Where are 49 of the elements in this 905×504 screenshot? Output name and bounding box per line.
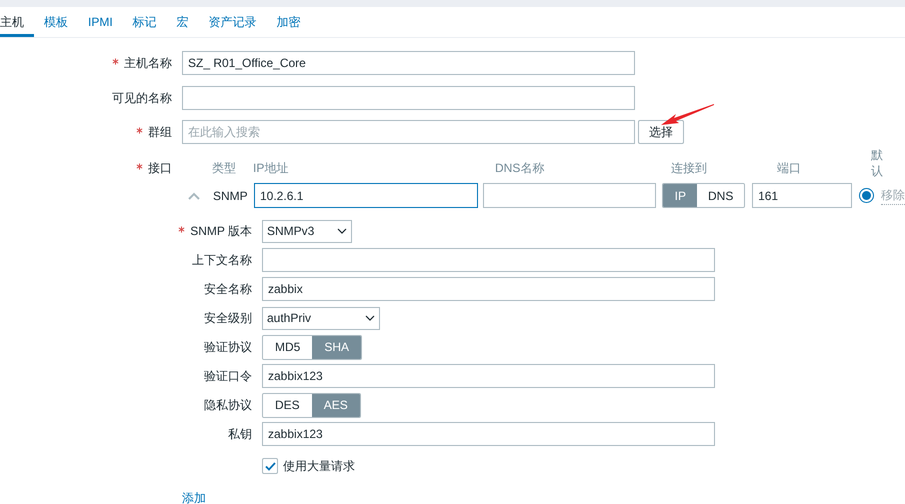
checkbox[interactable] [262,458,278,474]
column-header: 类型 [212,160,236,177]
input-field[interactable]: zabbix123 [262,364,715,388]
column-header: IP地址 [253,160,290,177]
input-field[interactable]: zabbix123 [262,422,715,446]
input-field[interactable] [483,183,656,208]
field-label: 上下文名称 [192,252,252,269]
tab[interactable]: 主机 [0,7,34,37]
column-header: DNS名称 [495,160,546,177]
tab[interactable]: IPMI [78,7,123,37]
field-label: 安全名称 [204,281,252,298]
field-label: 私钥 [228,426,252,443]
dropdown-value: authPriv [267,310,312,327]
dropdown[interactable]: SNMPv3 [262,220,352,242]
add-link[interactable]: 添加 [182,489,206,504]
chevron-down-icon [365,315,375,321]
select-button[interactable]: 选择 [638,120,684,144]
tab[interactable]: 加密 [266,7,311,37]
chevron-up-icon[interactable] [188,192,200,200]
field-label: 验证口令 [204,368,252,385]
field-label: 隐私协议 [204,397,252,414]
column-header: 端口 [777,160,801,177]
field-label: 验证协议 [204,339,252,356]
tab[interactable]: 模板 [34,7,78,37]
chevron-down-icon [337,228,347,234]
dropdown-value: SNMPv3 [267,223,314,240]
tab[interactable]: 宏 [166,7,199,37]
column-header: 连接到 [671,160,708,177]
tab[interactable]: 标记 [122,7,167,37]
field-label: 接口 [148,160,172,177]
input-field[interactable]: SZ_ R01_Office_Core [182,51,635,75]
input-field[interactable] [262,248,715,272]
field-label: 群组 [148,124,172,141]
arrow-annotation [660,103,716,127]
input-field[interactable]: zabbix [262,277,715,301]
column-header: 默认 [871,147,884,180]
field-label: SNMP 版本 [190,223,252,240]
dropdown[interactable]: authPriv [262,306,380,330]
tab[interactable]: 资产记录 [198,7,267,37]
input-field[interactable] [182,86,635,110]
input-field[interactable]: 10.2.6.1 [254,183,478,208]
checkbox-label: 使用大量请求 [283,458,355,475]
interface-type: SNMP [213,188,249,204]
input-field[interactable]: 在此输入搜索 [182,120,635,144]
radio-button[interactable] [859,188,874,203]
field-label: 主机名称 [124,55,172,72]
field-label: 可见的名称 [112,90,172,107]
field-label: 安全级别 [204,310,252,327]
input-field[interactable]: 161 [752,183,852,208]
